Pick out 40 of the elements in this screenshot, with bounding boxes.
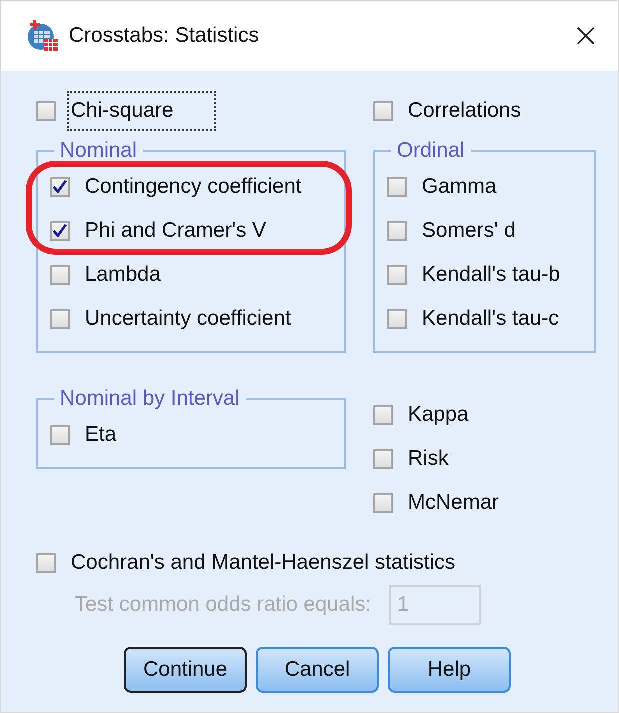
dialog-button[interactable]: Cancel: [256, 647, 379, 693]
checkbox[interactable]: [373, 101, 393, 121]
option-label: Chi-square: [67, 91, 216, 131]
dialog-button[interactable]: Continue: [124, 647, 247, 693]
option-label: Gamma: [421, 174, 498, 200]
option-label: Cochran's and Mantel-Haenszel statistics: [70, 550, 457, 576]
option-label: Kendall's tau-b: [421, 262, 562, 288]
option-label: Contingency coefficient: [84, 174, 303, 200]
group-title: Ordinal: [396, 139, 466, 163]
group-title: Nominal: [59, 139, 138, 163]
option-label: Kendall's tau-c: [421, 306, 560, 332]
checkbox[interactable]: [387, 177, 407, 197]
option-label: Correlations: [407, 98, 522, 124]
checkbox[interactable]: [373, 493, 393, 513]
option-label: Eta: [84, 422, 118, 448]
checkbox[interactable]: [50, 425, 70, 445]
option-label: Phi and Cramer's V: [84, 218, 268, 244]
checkbox[interactable]: [50, 221, 70, 241]
checkbox[interactable]: [50, 265, 70, 285]
checkbox[interactable]: [387, 309, 407, 329]
checkbox[interactable]: [387, 221, 407, 241]
option-label: Kappa: [407, 402, 470, 428]
checkbox[interactable]: [373, 405, 393, 425]
checkbox[interactable]: [36, 553, 56, 573]
dialog-button[interactable]: Help: [388, 647, 511, 693]
option-label: Risk: [407, 446, 450, 472]
checkbox[interactable]: [36, 101, 56, 121]
group-title: Nominal by Interval: [59, 387, 241, 411]
option-label: Somers' d: [421, 218, 517, 244]
option-label: Uncertainty coefficient: [84, 306, 292, 332]
checkbox[interactable]: [387, 265, 407, 285]
close-icon[interactable]: [576, 26, 596, 46]
window-title: Crosstabs: Statistics: [69, 24, 260, 48]
checkbox[interactable]: [50, 309, 70, 329]
field-label: Test common odds ratio equals:: [74, 592, 372, 618]
table-icon: [26, 19, 60, 53]
checkbox[interactable]: [373, 449, 393, 469]
option-label: McNemar: [407, 490, 500, 516]
option-label: Lambda: [84, 262, 162, 288]
checkbox[interactable]: [50, 177, 70, 197]
